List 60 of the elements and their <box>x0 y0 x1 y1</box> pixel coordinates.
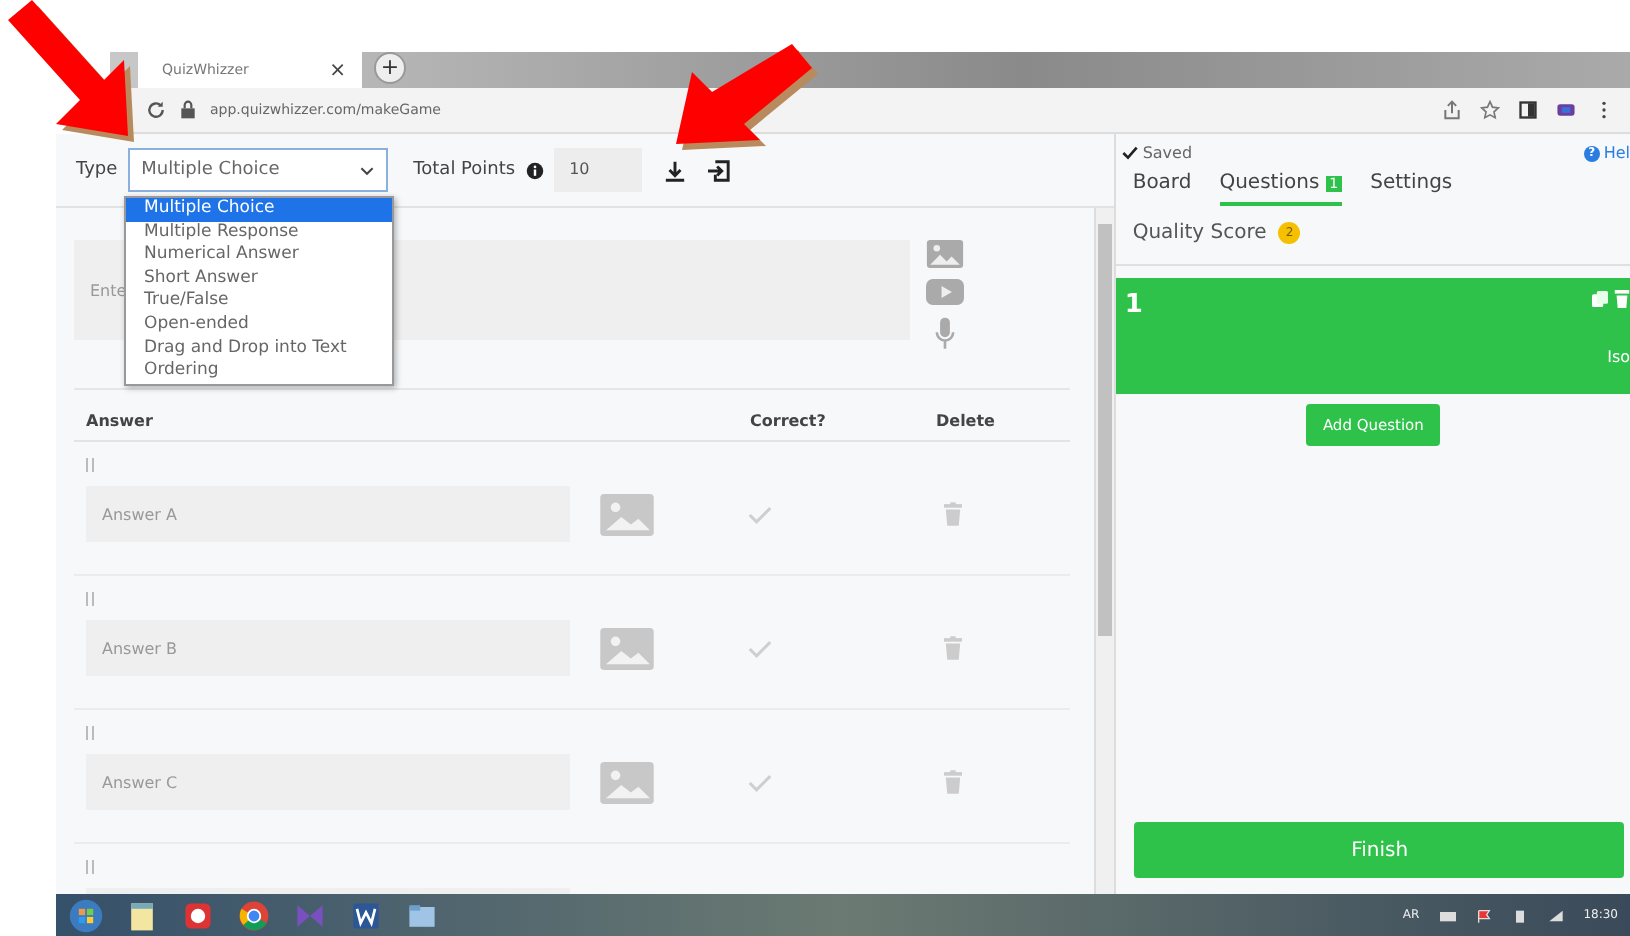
import-icon[interactable] <box>707 159 730 181</box>
browser-icon[interactable] <box>236 897 272 933</box>
share-icon[interactable] <box>1442 100 1462 120</box>
saved-status: Saved <box>1122 144 1193 162</box>
chevron-down-icon <box>359 165 374 175</box>
scrollbar[interactable] <box>1094 208 1115 894</box>
pointer-arrow <box>676 44 818 150</box>
video-icon[interactable] <box>926 278 964 306</box>
trash-icon[interactable] <box>944 770 962 794</box>
dropdown-option[interactable]: Multiple Response <box>126 221 392 245</box>
drag-handle-icon[interactable] <box>86 458 94 472</box>
drag-handle-icon[interactable] <box>86 726 94 740</box>
reload-icon[interactable] <box>146 100 166 120</box>
trash-icon[interactable] <box>944 636 962 660</box>
type-select[interactable]: Multiple Choice <box>127 148 388 192</box>
dropdown-option[interactable]: Short Answer <box>126 267 392 291</box>
start-button-icon[interactable] <box>68 897 104 933</box>
dropdown-option[interactable]: Multiple Choice <box>126 198 392 222</box>
type-label: Type <box>76 160 118 180</box>
image-icon[interactable] <box>600 761 654 803</box>
panel-tab[interactable]: Board <box>1132 172 1192 206</box>
dropdown-option[interactable]: Drag and Drop into Text <box>126 337 392 361</box>
star-icon[interactable] <box>1480 100 1500 120</box>
dropdown-option[interactable]: True/False <box>126 290 392 314</box>
document-icon[interactable] <box>348 897 384 933</box>
info-icon[interactable] <box>525 161 544 179</box>
pointer-arrow <box>8 0 134 142</box>
trash-icon[interactable] <box>944 502 962 526</box>
download-icon[interactable] <box>663 159 686 181</box>
column-header: Answer <box>86 412 155 430</box>
image-icon[interactable] <box>600 627 654 669</box>
column-header: Delete <box>936 412 995 430</box>
copy-icon[interactable] <box>1592 290 1608 308</box>
question-number: 1 <box>1124 290 1143 320</box>
panel-tab[interactable]: Settings <box>1370 172 1453 206</box>
drag-handle-icon[interactable] <box>86 860 94 874</box>
question-card-text: Iso <box>1607 348 1630 366</box>
checkmark-icon[interactable] <box>748 639 772 657</box>
close-tab-button[interactable]: × <box>329 59 346 81</box>
checkmark-icon[interactable] <box>748 773 772 791</box>
help-link[interactable]: Hel <box>1603 144 1630 162</box>
dropdown-option[interactable]: Open-ended <box>126 313 392 338</box>
trash-icon[interactable] <box>1614 290 1630 308</box>
total-points-label: Total Points <box>413 160 516 180</box>
checkmark-icon[interactable] <box>748 505 772 523</box>
new-tab-button[interactable]: + <box>374 52 406 84</box>
quality-score-label: Quality Score <box>1132 222 1267 244</box>
points-field[interactable]: 10 <box>553 148 642 192</box>
column-header: Correct? <box>750 412 828 430</box>
dropdown-option[interactable]: Numerical Answer <box>126 244 392 268</box>
lock-icon <box>178 100 198 120</box>
extension-icon[interactable] <box>1556 100 1576 120</box>
image-icon[interactable] <box>926 240 964 268</box>
signal-icon[interactable] <box>1547 907 1564 923</box>
drag-handle-icon[interactable] <box>86 592 94 606</box>
dropdown-option[interactable]: Ordering <box>126 360 392 384</box>
checkmark-icon <box>1122 146 1139 160</box>
flag-icon[interactable] <box>1475 907 1492 923</box>
image-icon[interactable] <box>600 493 654 535</box>
sidebar-icon[interactable] <box>1518 100 1538 120</box>
